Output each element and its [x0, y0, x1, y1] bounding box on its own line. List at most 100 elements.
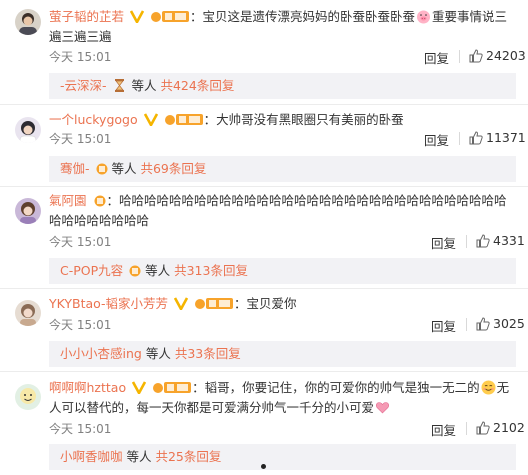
avatar[interactable] [15, 9, 41, 35]
divider [459, 50, 460, 63]
reply-button[interactable]: 回复 [424, 130, 449, 149]
reply-count-link[interactable]: 共25条回复 [155, 449, 221, 464]
like-button[interactable]: 4331 [476, 233, 525, 248]
avatar[interactable] [15, 198, 41, 224]
comment-text: 宝贝爱你 [246, 296, 297, 311]
like-button[interactable]: 3025 [476, 316, 525, 331]
timestamp: 今天 15:01 [49, 422, 112, 436]
reply-count-link[interactable]: 共69条回复 [140, 161, 206, 176]
reply-button[interactable]: 回复 [424, 48, 449, 67]
comment-divider [0, 104, 528, 105]
divider [466, 422, 467, 435]
comment-text: 大帅哥没有黑眼圈只有美丽的卧蚕 [216, 112, 404, 127]
reply-button[interactable]: 回复 [431, 233, 456, 252]
timestamp: 今天 15:01 [49, 50, 112, 64]
fan-badge-icon [150, 11, 189, 22]
timestamp: 今天 15:01 [49, 132, 112, 146]
comment-text: 宝贝这是遗传漂亮妈妈的卧蚕卧蚕卧蚕 [202, 9, 416, 24]
replies-summary[interactable]: -云深深- 等人 共424条回复 [49, 73, 516, 99]
like-button[interactable]: 2102 [476, 420, 525, 435]
fan-badge-icon [164, 114, 203, 125]
verified-v-icon [143, 113, 158, 126]
colon: ： [234, 296, 247, 311]
fan-badge-icon [96, 163, 107, 175]
comment-text: 韬哥，你要记住，你的可爱你的帅气是独一无二的 [204, 380, 480, 395]
comment-feed: 萤子韬的芷若 ：宝贝这是遗传漂亮妈妈的卧蚕卧蚕卧蚕 重要事情说三遍三遍三遍 今天 … [0, 0, 528, 475]
comment-text-block: 啊啊啊hzttao ：韬哥，你要记住，你的可爱你的帅气是独一无二的 无人可以替代的… [49, 378, 516, 418]
fan-badge-icon [129, 265, 141, 277]
colon: ： [189, 9, 203, 24]
reply-others-text: 等人 [145, 263, 175, 278]
verified-v-icon [130, 10, 144, 23]
reply-user[interactable]: 骞伽- [60, 161, 90, 176]
reply-button[interactable]: 回复 [431, 316, 456, 335]
comment-divider [0, 288, 528, 289]
page-indicator-dot [261, 464, 266, 469]
comment-text-block: YKYBtao-韬家小芳芳 ：宝贝爱你 [49, 294, 516, 314]
like-count: 24203 [486, 48, 526, 63]
divider [466, 318, 467, 331]
smile-emoji [481, 380, 496, 395]
comment-meta: 今天 15:01 回复 4331 [49, 233, 525, 252]
comment-meta: 今天 15:01 回复 24203 [49, 48, 526, 67]
colon: ： [106, 193, 120, 208]
like-count: 2102 [493, 420, 525, 435]
replies-summary[interactable]: C-POP九容 等人 共313条回复 [49, 258, 516, 284]
reply-others-text: 等人 [131, 78, 161, 93]
comment-text-block: 一个luckygogo ：大帅哥没有黑眼圈只有美丽的卧蚕 [49, 110, 516, 130]
heart-emoji [376, 402, 389, 414]
avatar[interactable] [15, 300, 41, 326]
hourglass-emoji [114, 79, 124, 92]
reply-others-text: 等人 [126, 449, 156, 464]
comment-text-block: 萤子韬的芷若 ：宝贝这是遗传漂亮妈妈的卧蚕卧蚕卧蚕 重要事情说三遍三遍三遍 [49, 7, 516, 47]
like-count: 3025 [493, 316, 525, 331]
like-count: 11371 [486, 130, 526, 145]
reply-count-link[interactable]: 共313条回复 [174, 263, 248, 278]
like-button[interactable]: 11371 [469, 130, 526, 145]
thumbs-up-icon [476, 421, 490, 435]
reply-user[interactable]: C-POP九容 [60, 263, 123, 278]
timestamp: 今天 15:01 [49, 318, 112, 332]
verified-v-icon [132, 381, 147, 394]
reply-others-text: 等人 [111, 161, 141, 176]
verified-v-icon [174, 297, 189, 310]
fan-badge-icon [94, 195, 105, 207]
username[interactable]: 氣阿園 [49, 193, 87, 208]
reply-user[interactable]: 小啊香咖咖 [60, 449, 123, 464]
comment-meta: 今天 15:01 回复 2102 [49, 420, 525, 439]
reply-user[interactable]: -云深深- [60, 78, 107, 93]
replies-summary[interactable]: 小小小杏感ing 等人 共33条回复 [49, 341, 516, 367]
reply-button[interactable]: 回复 [431, 420, 456, 439]
avatar[interactable] [15, 117, 41, 143]
colon: ： [192, 380, 205, 395]
divider [459, 132, 460, 145]
reply-user[interactable]: 小小小杏感ing [60, 346, 142, 361]
avatar[interactable] [15, 384, 41, 410]
thumbs-up-icon [476, 234, 490, 248]
thumbs-up-icon [469, 131, 483, 145]
username[interactable]: 萤子韬的芷若 [49, 9, 124, 24]
username[interactable]: YKYBtao-韬家小芳芳 [49, 296, 168, 311]
reply-count-link[interactable]: 共33条回复 [175, 346, 241, 361]
reply-others-text: 等人 [145, 346, 175, 361]
comment-meta: 今天 15:01 回复 3025 [49, 316, 525, 335]
comment-meta: 今天 15:01 回复 11371 [49, 130, 526, 149]
comment-text-block: 氣阿園 ：哈哈哈哈哈哈哈哈哈哈哈哈哈哈哈哈哈哈哈哈哈哈哈哈哈哈哈哈哈哈哈哈哈哈哈… [49, 191, 516, 231]
thumbs-up-icon [476, 317, 490, 331]
replies-summary[interactable]: 骞伽- 等人 共69条回复 [49, 156, 516, 182]
username[interactable]: 啊啊啊hzttao [49, 380, 126, 395]
comment-divider [0, 371, 528, 372]
timestamp: 今天 15:01 [49, 235, 112, 249]
colon: ： [203, 112, 217, 127]
thumbs-up-icon [469, 49, 483, 63]
fan-badge-icon [153, 382, 192, 393]
username[interactable]: 一个luckygogo [49, 112, 138, 127]
like-button[interactable]: 24203 [469, 48, 526, 63]
replies-summary[interactable]: 小啊香咖咖 等人 共25条回复 [49, 444, 516, 470]
like-count: 4331 [493, 233, 525, 248]
comment-divider [0, 186, 528, 187]
reply-count-link[interactable]: 共424条回复 [160, 78, 234, 93]
pig-emoji [417, 10, 431, 24]
divider [466, 235, 467, 248]
fan-badge-icon [195, 298, 234, 309]
